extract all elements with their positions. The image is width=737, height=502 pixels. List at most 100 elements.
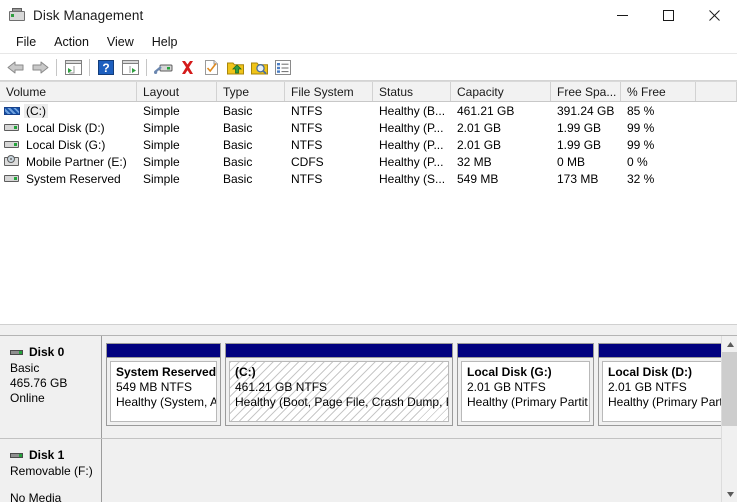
menu-item-help[interactable]: Help xyxy=(143,33,187,52)
cell-percentfree: 85 % xyxy=(627,103,655,118)
menu-item-file[interactable]: File xyxy=(7,33,45,52)
cell-volume: System Reserved xyxy=(0,170,137,187)
disk-info-panel[interactable]: Disk 1 Removable (F:) No Media xyxy=(0,439,102,502)
cell-filesystem: NTFS xyxy=(291,103,323,118)
disk-info-panel[interactable]: Disk 0 Basic 465.76 GB Online xyxy=(0,336,102,438)
cell-freespace: 1.99 GB xyxy=(557,137,602,152)
partition-block[interactable]: Local Disk (G:) 2.01 GB NTFS Healthy (Prim… xyxy=(457,343,594,426)
partition-details: (C:) 461.21 GB NTFS Healthy (Boot, Page Fi… xyxy=(229,361,449,422)
cell-type: Basic xyxy=(223,154,253,169)
partition-size-filesystem: 2.01 GB NTFS xyxy=(608,380,687,394)
show-hide-action-pane-icon[interactable] xyxy=(118,56,142,78)
partition-size-filesystem: 549 MB NTFS xyxy=(116,380,193,394)
cell-filler xyxy=(696,136,737,153)
disk-type-label: Basic xyxy=(10,361,40,375)
table-row[interactable]: Mobile Partner (E:) Simple Basic CDFS Health… xyxy=(0,153,737,170)
minimize-button[interactable] xyxy=(599,0,645,31)
cell-freespace: 391.24 GB xyxy=(557,103,615,118)
volume-name: Local Disk (D:) xyxy=(26,120,105,135)
cell-filesystem: NTFS xyxy=(291,171,323,186)
disk-type-label: Removable (F:) xyxy=(10,464,93,478)
volume-name: Local Disk (G:) xyxy=(26,137,106,152)
table-row[interactable]: Local Disk (D:) Simple Basic NTFS Healthy (P… xyxy=(0,119,737,136)
table-row[interactable]: Local Disk (G:) Simple Basic NTFS Healthy (P… xyxy=(0,136,737,153)
maximize-button[interactable] xyxy=(645,0,691,31)
cell-filler xyxy=(696,102,737,119)
back-icon[interactable] xyxy=(4,56,28,78)
table-row[interactable]: System Reserved Simple Basic NTFS Healthy (S… xyxy=(0,170,737,187)
help-icon[interactable]: ? xyxy=(94,56,118,78)
column-header-filesystem[interactable]: File System xyxy=(285,82,373,101)
pane-splitter[interactable] xyxy=(0,324,737,336)
column-header-layout[interactable]: Layout xyxy=(137,82,217,101)
partition-title: (C:) xyxy=(235,365,256,379)
menu-item-view[interactable]: View xyxy=(98,33,143,52)
cell-status: Healthy (B... xyxy=(379,103,446,118)
properties-drive-icon[interactable] xyxy=(151,56,175,78)
cell-status: Healthy (P... xyxy=(379,154,444,169)
column-header-capacity[interactable]: Capacity xyxy=(451,82,551,101)
partition-block[interactable]: Local Disk (D:) 2.01 GB NTFS Healthy (Prim… xyxy=(598,343,735,426)
forward-icon[interactable] xyxy=(28,56,52,78)
volume-name: Mobile Partner (E:) xyxy=(26,154,127,169)
column-header-percentfree[interactable]: % Free xyxy=(621,82,696,101)
cell-percentfree: 99 % xyxy=(627,120,655,135)
cell-percentfree: 99 % xyxy=(627,137,655,152)
cell-type: Basic xyxy=(223,137,253,152)
partition-status: Healthy (Primary Partit xyxy=(467,395,588,409)
column-header-type[interactable]: Type xyxy=(217,82,285,101)
column-header-freespace[interactable]: Free Spa... xyxy=(551,82,621,101)
cell-capacity: 32 MB xyxy=(457,154,492,169)
disk-meta: Removable (F:) No Media xyxy=(10,464,95,502)
scrollbar-thumb[interactable] xyxy=(722,352,737,426)
close-button[interactable] xyxy=(691,0,737,31)
cell-type: Basic xyxy=(223,103,253,118)
cell-filesystem: NTFS xyxy=(291,120,323,135)
partition-strip xyxy=(102,439,737,502)
partition-block[interactable]: System Reserved 549 MB NTFS Healthy (Syste… xyxy=(106,343,221,426)
cell-layout: Simple xyxy=(143,120,180,135)
hard-drive-icon xyxy=(4,121,20,134)
partition-block[interactable]: (C:) 461.21 GB NTFS Healthy (Boot, Page Fi… xyxy=(225,343,453,426)
partition-title: System Reserved xyxy=(116,365,217,379)
partition-status: Healthy (Primary Partiti xyxy=(608,395,731,409)
svg-text:?: ? xyxy=(102,61,109,75)
window-title: Disk Management xyxy=(33,8,144,23)
cell-capacity: 549 MB xyxy=(457,171,499,186)
toolbar-separator xyxy=(89,58,90,76)
menu-bar: File Action View Help xyxy=(0,31,737,54)
delete-icon[interactable] xyxy=(175,56,199,78)
selected-volume-icon xyxy=(4,107,20,115)
volume-list-header: Volume Layout Type File System Status Capacit… xyxy=(0,81,737,102)
partition-strip: System Reserved 549 MB NTFS Healthy (Syste… xyxy=(102,336,737,438)
cell-freespace: 173 MB xyxy=(557,171,599,186)
column-header-filler[interactable] xyxy=(696,82,737,101)
cell-layout: Simple xyxy=(143,137,180,152)
column-header-volume[interactable]: Volume xyxy=(0,82,137,101)
partition-color-bar xyxy=(458,344,593,358)
volume-list-pane: Volume Layout Type File System Status Capacit… xyxy=(0,81,737,324)
export-list-icon[interactable] xyxy=(223,56,247,78)
scroll-down-arrow-icon[interactable] xyxy=(722,486,737,502)
table-row[interactable]: (C:) Simple Basic NTFS Healthy (B... 461.21 G… xyxy=(0,102,737,119)
disk-row: Disk 1 Removable (F:) No Media xyxy=(0,439,737,502)
column-header-status[interactable]: Status xyxy=(373,82,451,101)
graphical-view-scrollbar[interactable] xyxy=(721,336,737,502)
scroll-up-arrow-icon[interactable] xyxy=(722,336,737,352)
cell-filler xyxy=(696,119,737,136)
menu-item-action[interactable]: Action xyxy=(45,33,98,52)
disk-row: Disk 0 Basic 465.76 GB Online System Reserve… xyxy=(0,336,737,438)
disk-name-label: Disk 0 xyxy=(29,345,65,359)
cell-volume: Local Disk (G:) xyxy=(0,136,137,153)
search-folder-icon[interactable] xyxy=(247,56,271,78)
cd-drive-icon xyxy=(4,155,20,168)
show-hide-console-tree-icon[interactable] xyxy=(61,56,85,78)
disk-title: Disk 1 xyxy=(10,448,95,462)
cell-volume: (C:) xyxy=(0,102,137,119)
refresh-checkmark-icon[interactable] xyxy=(199,56,223,78)
disk-name-label: Disk 1 xyxy=(29,448,65,462)
cell-percentfree: 32 % xyxy=(627,171,655,186)
partition-color-bar xyxy=(599,344,734,358)
cell-capacity: 2.01 GB xyxy=(457,120,502,135)
view-list-icon[interactable] xyxy=(271,56,295,78)
